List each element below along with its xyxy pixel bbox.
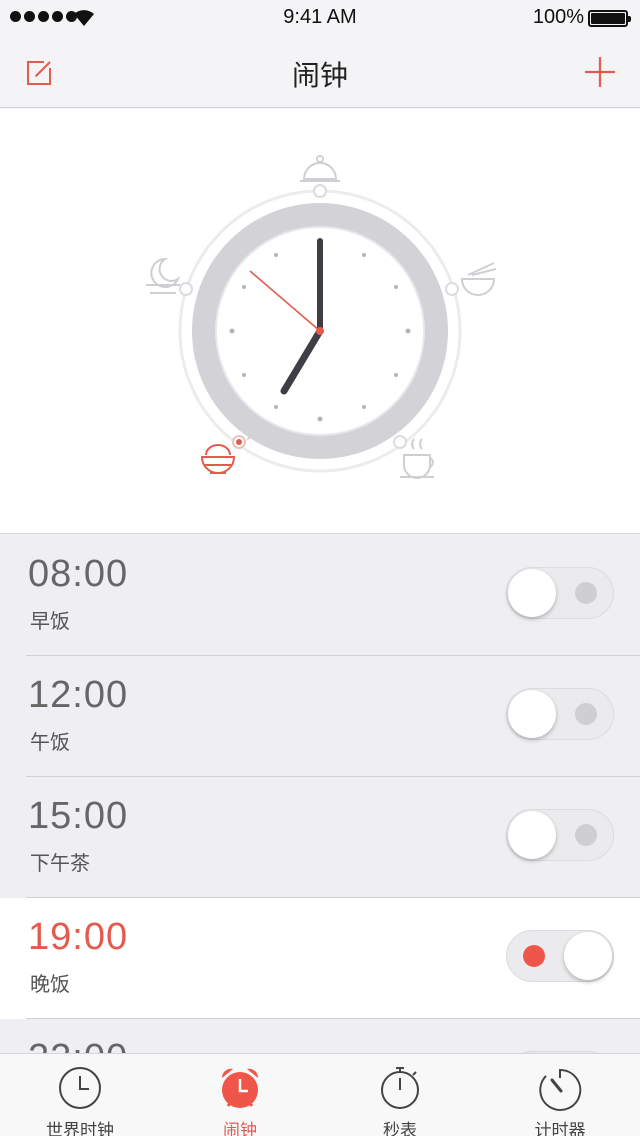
alarm-time: 15:00 bbox=[28, 795, 129, 837]
toggle-indicator bbox=[575, 703, 597, 725]
alarm-toggle[interactable] bbox=[506, 567, 614, 619]
toggle-indicator bbox=[575, 582, 597, 604]
tab-label: 世界时钟 bbox=[46, 1121, 114, 1136]
page-title: 闹钟 bbox=[291, 59, 348, 92]
toggle-knob bbox=[508, 569, 556, 617]
toggle-indicator bbox=[575, 824, 597, 846]
tab-label: 闹钟 bbox=[223, 1121, 257, 1136]
toggle-knob bbox=[564, 932, 612, 980]
alarm-label: 午饭 bbox=[30, 730, 70, 754]
alarm-label: 晚饭 bbox=[30, 972, 70, 996]
alarm-row[interactable]: 08:00 早饭 bbox=[0, 535, 640, 656]
world-clock-icon bbox=[59, 1067, 101, 1109]
clock-illustration bbox=[0, 109, 640, 534]
moon-plate-icon bbox=[146, 257, 181, 294]
alarm-toggle[interactable] bbox=[506, 809, 614, 861]
alarm-time: 08:00 bbox=[28, 553, 129, 595]
alarm-row[interactable]: 15:00 下午茶 bbox=[0, 777, 640, 898]
alarm-row[interactable]: 22:00 bbox=[0, 1019, 640, 1053]
tab-label: 计时器 bbox=[534, 1121, 586, 1136]
alarm-clock-icon bbox=[221, 1068, 259, 1108]
status-bar: 9:41 AM 100% bbox=[0, 0, 640, 36]
alarm-time: 19:00 bbox=[28, 916, 129, 958]
alarm-toggle[interactable] bbox=[506, 688, 614, 740]
alarm-row[interactable]: 12:00 午饭 bbox=[0, 656, 640, 777]
analog-clock bbox=[146, 155, 497, 479]
toggle-knob bbox=[508, 811, 556, 859]
alarm-label: 下午茶 bbox=[30, 851, 90, 875]
stopwatch-icon bbox=[381, 1067, 419, 1109]
alarm-list: 08:00 早饭 12:00 午饭 15:00 下午茶 19:00 晚饭 22:… bbox=[0, 535, 640, 1053]
tab-world-clock[interactable]: 世界时钟 bbox=[0, 1054, 160, 1136]
alarm-toggle[interactable] bbox=[506, 930, 614, 982]
toggle-knob bbox=[508, 690, 556, 738]
tab-label: 秒表 bbox=[383, 1121, 417, 1136]
timer-icon bbox=[539, 1068, 582, 1111]
noodle-bowl-icon bbox=[460, 262, 497, 296]
alarm-label: 早饭 bbox=[30, 609, 70, 633]
toggle-indicator bbox=[523, 945, 545, 967]
battery-icon bbox=[588, 10, 631, 27]
cloche-icon bbox=[300, 155, 340, 182]
alarm-row[interactable]: 19:00 晚饭 bbox=[0, 898, 640, 1019]
tab-timer[interactable]: 计时器 bbox=[480, 1054, 640, 1136]
plus-icon[interactable] bbox=[582, 54, 618, 90]
alarm-time: 12:00 bbox=[28, 674, 129, 716]
navigation-bar: 闹钟 bbox=[0, 36, 640, 108]
alarm-time: 22:00 bbox=[28, 1037, 128, 1053]
rice-bowl-icon bbox=[200, 444, 236, 474]
tab-stopwatch[interactable]: 秒表 bbox=[320, 1054, 480, 1136]
tab-alarm[interactable]: 闹钟 bbox=[160, 1054, 320, 1136]
battery-percentage: 100% bbox=[532, 6, 584, 28]
tab-bar: 世界时钟 闹钟 秒表 计时器 bbox=[0, 1053, 640, 1136]
